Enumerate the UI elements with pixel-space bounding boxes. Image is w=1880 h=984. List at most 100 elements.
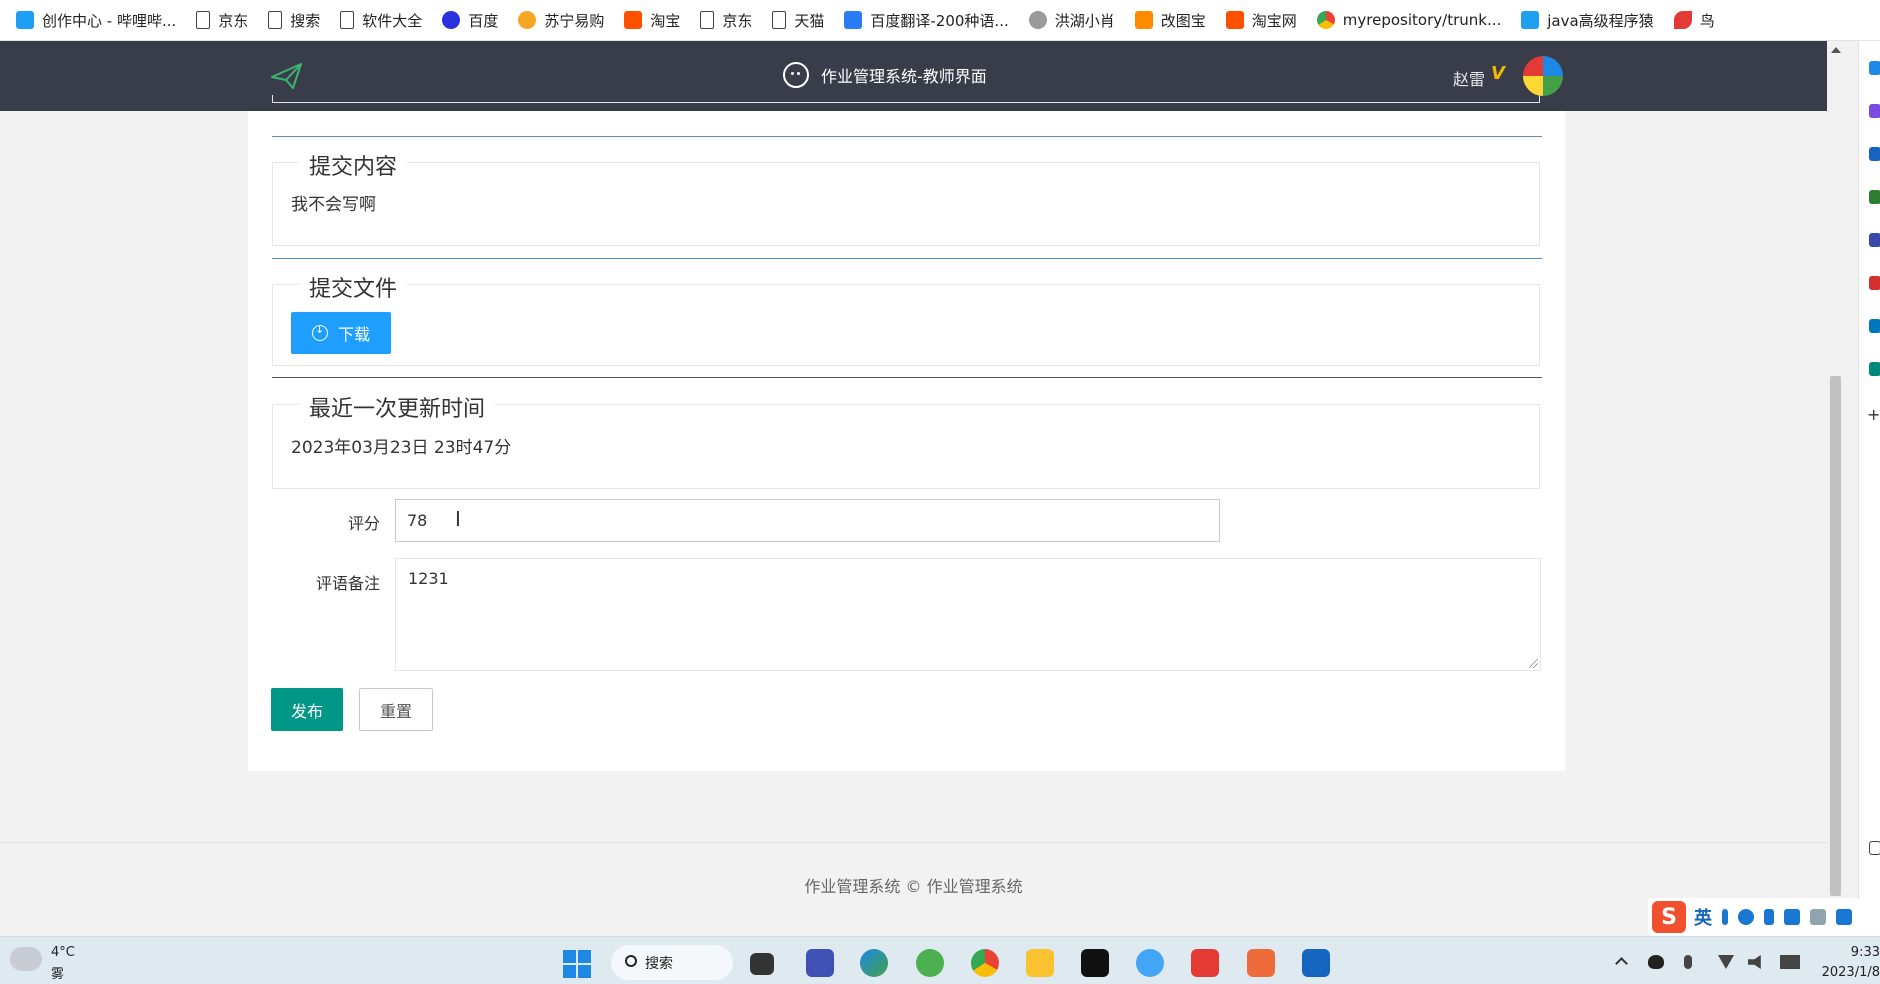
- bookmark-item[interactable]: 淘宝: [614, 0, 690, 40]
- section-divider: [272, 377, 1542, 378]
- bookmark-item[interactable]: myrepository/trunk...: [1307, 0, 1511, 40]
- bookmark-item[interactable]: java高级程序猿: [1511, 0, 1663, 40]
- taobao-icon: [1225, 11, 1244, 29]
- clock[interactable]: 9:33 2023/1/8: [1820, 943, 1880, 983]
- publish-button[interactable]: 发布: [271, 688, 343, 731]
- bookmark-item[interactable]: 苏宁易购: [508, 0, 614, 40]
- bookmark-label: 改图宝: [1160, 11, 1206, 30]
- scrollbar[interactable]: [1827, 41, 1844, 899]
- taobao-icon: [624, 11, 643, 29]
- remark-textarea[interactable]: 1231: [395, 558, 1541, 671]
- office-icon[interactable]: [1869, 276, 1880, 290]
- bookmark-item[interactable]: 京东: [186, 0, 258, 40]
- ime-mode-toggle[interactable]: 英: [1694, 904, 1712, 930]
- bookmark-label: 鸟: [1699, 11, 1715, 30]
- bookmark-item[interactable]: 软件大全: [330, 0, 432, 40]
- add-icon[interactable]: +: [1867, 405, 1880, 424]
- paper-plane-icon[interactable]: [270, 61, 304, 91]
- bookmark-item[interactable]: 改图宝: [1125, 0, 1216, 40]
- chevron-up-icon[interactable]: [1615, 957, 1628, 970]
- intellij-icon[interactable]: [1081, 949, 1109, 977]
- bookmark-item[interactable]: 百度: [432, 0, 508, 40]
- wifi-icon[interactable]: [1718, 955, 1734, 969]
- tools-icon[interactable]: [1869, 190, 1880, 204]
- bookmark-item[interactable]: 淘宝网: [1216, 0, 1307, 40]
- page-icon: [700, 11, 715, 29]
- scroll-up-icon[interactable]: [1831, 47, 1841, 53]
- taskbar-search[interactable]: 搜索: [611, 945, 733, 980]
- edge-icon[interactable]: [860, 949, 888, 977]
- shopping-icon[interactable]: [1869, 147, 1880, 161]
- emoji-icon[interactable]: [1738, 909, 1754, 925]
- resize-handle-icon[interactable]: [1529, 659, 1538, 668]
- sogou-logo-icon[interactable]: S: [1652, 901, 1686, 933]
- download-button[interactable]: 下载: [291, 312, 391, 354]
- bookmark-label: 淘宝: [650, 11, 681, 30]
- score-input[interactable]: 78: [395, 499, 1220, 542]
- page-icon: [196, 11, 211, 29]
- user-name[interactable]: 赵雷: [1453, 66, 1485, 90]
- keyboard-icon[interactable]: [1784, 909, 1800, 925]
- task-view-icon[interactable]: [750, 953, 774, 975]
- weather-temperature[interactable]: 4°C: [51, 945, 75, 960]
- bilibili-icon: [1521, 11, 1540, 29]
- clock-time: 9:33: [1850, 945, 1880, 960]
- bookmark-item[interactable]: 天猫: [762, 0, 834, 40]
- page-title: 作业管理系统-教师界面: [821, 67, 987, 86]
- user-icon[interactable]: [1810, 909, 1826, 925]
- skin-icon[interactable]: [1836, 909, 1852, 925]
- previous-section-edge: [272, 95, 1540, 103]
- ie-icon[interactable]: [916, 949, 944, 977]
- page-icon: [340, 11, 355, 29]
- volume-icon[interactable]: [1748, 955, 1761, 969]
- drop-icon[interactable]: [1869, 362, 1880, 376]
- reset-button[interactable]: 重置: [359, 688, 433, 731]
- vscode-icon[interactable]: [1302, 949, 1330, 977]
- bookmark-label: 天猫: [794, 11, 825, 30]
- qq-icon[interactable]: [1648, 955, 1664, 969]
- bird-icon: [1673, 11, 1692, 29]
- page-icon: [268, 11, 283, 29]
- exit-icon[interactable]: [1869, 841, 1880, 855]
- windows-start-icon[interactable]: [563, 950, 591, 978]
- chrome-icon: [1316, 11, 1335, 29]
- punctuation-icon[interactable]: [1722, 909, 1728, 925]
- clock-date: 2023/1/8: [1821, 965, 1880, 980]
- weather-description[interactable]: 雾: [51, 963, 64, 982]
- search-icon[interactable]: [1869, 61, 1880, 75]
- search-icon: [625, 955, 637, 967]
- file-explorer-icon[interactable]: [1026, 949, 1054, 977]
- bookmark-item[interactable]: 创作中心 - 哔哩哔...: [6, 0, 186, 40]
- copilot-icon[interactable]: [1869, 104, 1880, 118]
- footer: 作业管理系统 © 作业管理系统: [0, 842, 1827, 934]
- page-icon: [772, 11, 787, 29]
- section-divider: [272, 136, 1542, 137]
- wps-icon[interactable]: [1191, 949, 1219, 977]
- bookmark-label: 软件大全: [362, 11, 423, 30]
- bookmark-item[interactable]: 鸟: [1664, 0, 1725, 40]
- network-app-icon[interactable]: [806, 949, 834, 977]
- download-label: 下载: [337, 325, 370, 344]
- translate-icon: [844, 11, 863, 29]
- browser-sidebar: +: [1858, 41, 1880, 936]
- content-fieldset: 提交内容 我不会写啊: [272, 149, 1540, 246]
- update-time-text: 2023年03月23日 23时47分: [291, 438, 512, 458]
- outlook-icon[interactable]: [1869, 319, 1880, 333]
- weather-fog-icon[interactable]: [10, 947, 42, 971]
- content-text: 我不会写啊: [291, 195, 376, 215]
- microphone-icon[interactable]: [1764, 909, 1774, 925]
- avatar[interactable]: [1523, 56, 1563, 96]
- feishu-icon[interactable]: [1136, 949, 1164, 977]
- bookmark-item[interactable]: 搜索: [258, 0, 330, 40]
- footer-text: 作业管理系统 © 作业管理系统: [804, 877, 1023, 896]
- chrome-icon[interactable]: [971, 949, 999, 977]
- bookmark-item[interactable]: 洪湖小肖: [1019, 0, 1125, 40]
- battery-icon[interactable]: [1780, 955, 1800, 969]
- bookmark-item[interactable]: 京东: [690, 0, 762, 40]
- scroll-thumb[interactable]: [1830, 376, 1841, 896]
- bookmark-item[interactable]: 百度翻译-200种语...: [834, 0, 1018, 40]
- microphone-icon[interactable]: [1684, 955, 1692, 969]
- content-legend: 提交内容: [299, 149, 408, 181]
- people-icon[interactable]: [1869, 233, 1880, 247]
- presentation-icon[interactable]: [1247, 949, 1275, 977]
